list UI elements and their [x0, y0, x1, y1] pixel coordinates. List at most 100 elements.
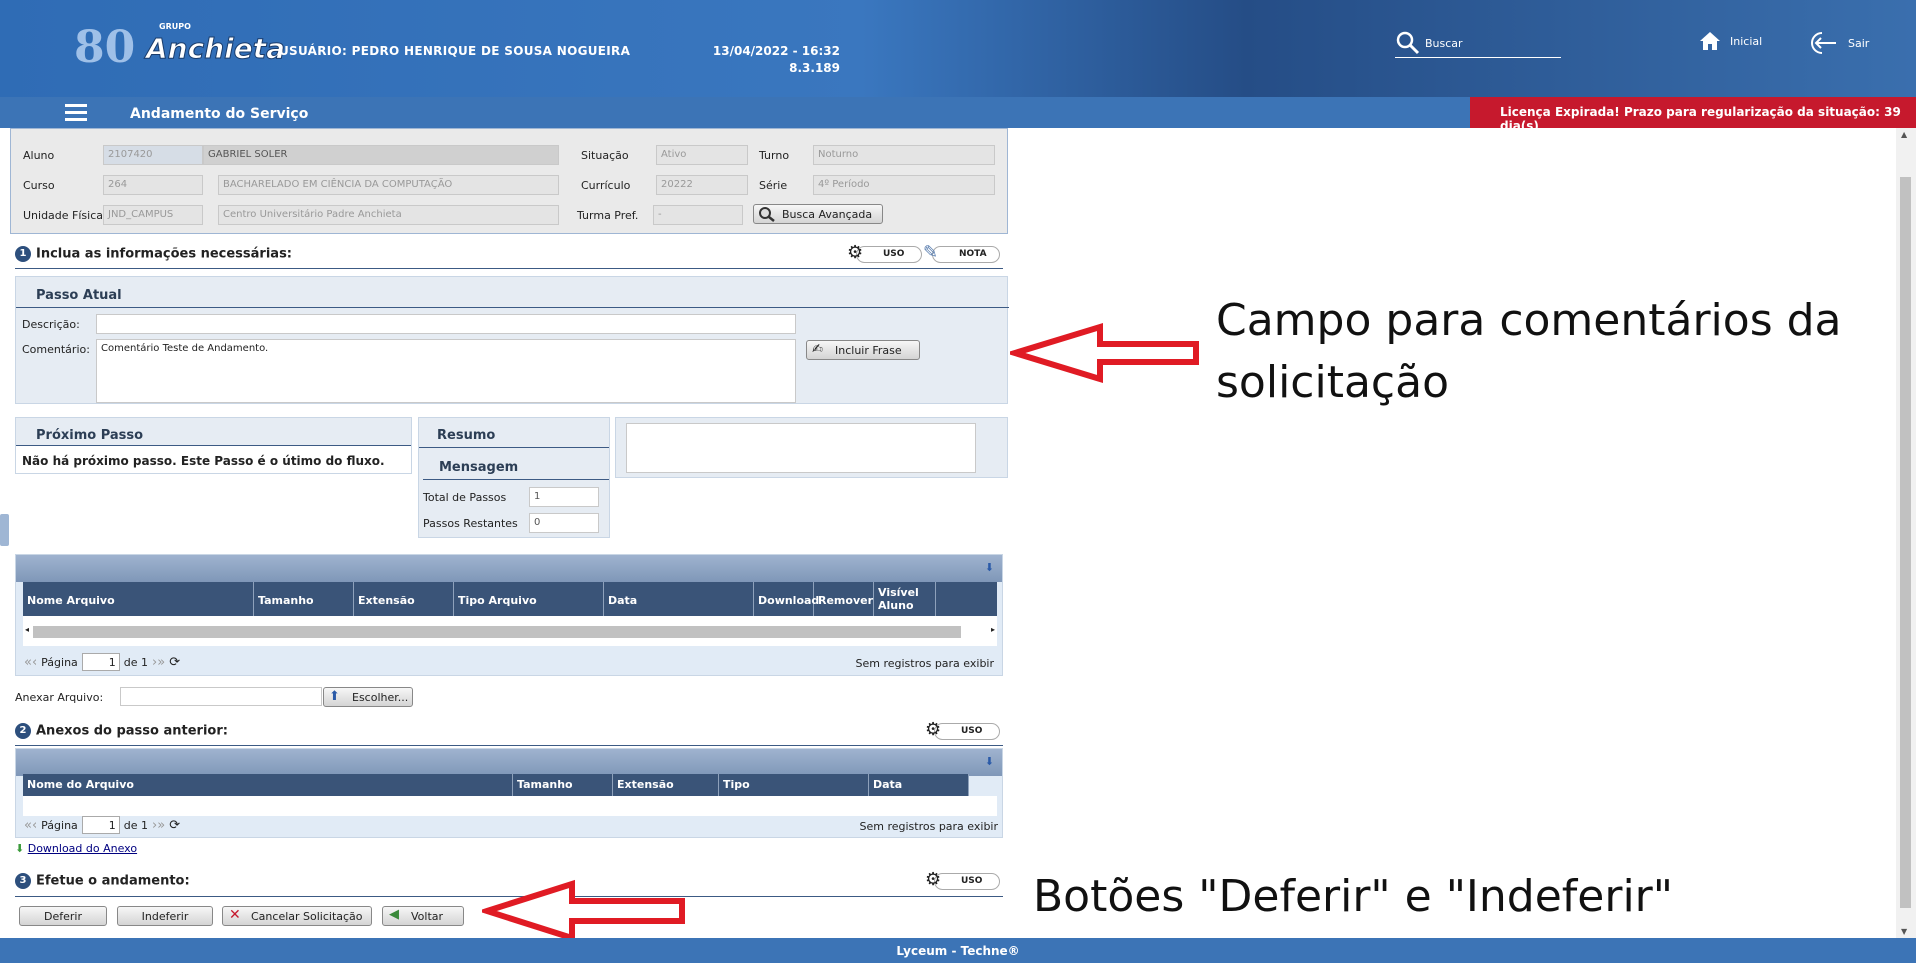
top-header: 80 GRUPO Anchieta USUÁRIO: PEDRO HENRIQU…: [0, 0, 1916, 97]
cancel-icon: ✕: [229, 907, 241, 923]
next-page-icon[interactable]: ›»: [152, 655, 165, 670]
col-tamanho[interactable]: Tamanho: [254, 582, 354, 616]
files-grid-columns: Nome Arquivo Tamanho Extensão Tipo Arqui…: [23, 582, 997, 616]
scroll-up-icon[interactable]: ▲: [1901, 130, 1907, 139]
col-extensao[interactable]: Extensão: [354, 582, 454, 616]
col-nome-do-arquivo[interactable]: Nome do Arquivo: [23, 774, 513, 796]
col-data[interactable]: Data: [604, 582, 754, 616]
proximo-passo-panel: Próximo Passo Não há próximo passo. Este…: [15, 417, 412, 474]
comentario-textarea[interactable]: Comentário Teste de Andamento.: [96, 339, 796, 403]
step3-header: 3 Efetue o andamento:: [15, 873, 190, 889]
resumo-title: Resumo: [437, 428, 496, 443]
vertical-scrollbar[interactable]: ▲ ▼: [1896, 128, 1916, 938]
col-extensao-2[interactable]: Extensão: [613, 774, 719, 796]
aluno-code-field[interactable]: 2107420: [103, 145, 203, 165]
cancelar-solicitacao-button[interactable]: ✕ Cancelar Solicitação: [222, 906, 372, 926]
anexar-label: Anexar Arquivo:: [15, 691, 104, 704]
col-tamanho-2[interactable]: Tamanho: [513, 774, 613, 796]
page-input[interactable]: 1: [81, 653, 120, 671]
expand-arrow-icon[interactable]: ⬇: [985, 561, 994, 574]
aluno-name-field[interactable]: GABRIEL SOLER: [203, 145, 559, 165]
nota-toggle[interactable]: ✎ NOTA: [923, 242, 1000, 263]
logout-label: Sair: [1848, 36, 1870, 50]
logo-80: 80: [74, 22, 136, 73]
col-tipo[interactable]: Tipo: [719, 774, 869, 796]
curso-name-field: BACHARELADO EM CIÊNCIA DA COMPUTAÇÃO: [218, 175, 559, 195]
side-panel-handle[interactable]: [0, 514, 9, 546]
voltar-button[interactable]: ◀ Voltar: [382, 906, 464, 926]
first-page-icon[interactable]: «‹: [24, 655, 37, 670]
escolher-button[interactable]: ⬆ Escolher...: [323, 687, 413, 707]
scroll-down-icon[interactable]: ▼: [1901, 927, 1907, 936]
passo-atual-divider: [16, 307, 1009, 308]
col-data-2[interactable]: Data: [869, 774, 969, 796]
user-label: USUÁRIO: PEDRO HENRIQUE DE SOUSA NOGUEIR…: [279, 44, 631, 58]
gear-icon: ⚙: [847, 242, 864, 263]
comment-annotation: Campo para comentários da solicitação: [1216, 295, 1842, 408]
search-field[interactable]: Buscar: [1395, 28, 1561, 58]
col-tipo-arquivo[interactable]: Tipo Arquivo: [454, 582, 604, 616]
scrollbar-thumb[interactable]: [1900, 177, 1911, 908]
gear-icon: ⚙: [925, 869, 942, 890]
scroll-right-icon[interactable]: ▸: [991, 625, 995, 634]
step2-title: Anexos do passo anterior:: [36, 723, 228, 739]
uso-toggle-2[interactable]: ⚙ USO: [925, 719, 1000, 740]
buttons-annotation: Botões "Deferir" e "Indeferir": [1033, 871, 1673, 922]
descricao-input[interactable]: [96, 314, 796, 334]
download-anexo-link[interactable]: ⬇ Download do Anexo: [15, 842, 137, 855]
home-link[interactable]: Inicial: [1698, 30, 1762, 52]
refresh-icon[interactable]: ⟳: [169, 655, 180, 670]
step1-title: Inclua as informações necessárias:: [36, 246, 293, 262]
first-page-icon[interactable]: «‹: [24, 818, 37, 833]
cancelar-label: Cancelar Solicitação: [251, 910, 363, 923]
uso-label-1: USO: [883, 249, 905, 259]
deferir-button[interactable]: Deferir: [19, 906, 107, 926]
logo-group: GRUPO: [159, 22, 191, 31]
turno-label: Turno: [759, 149, 790, 162]
note-icon: ✎: [923, 242, 939, 263]
resumo-panel: Resumo Mensagem Total de Passos 1 Passos…: [418, 417, 610, 538]
scroll-left-icon[interactable]: ◂: [25, 625, 29, 634]
download-anexo-label: Download do Anexo: [27, 842, 138, 855]
incluir-frase-button[interactable]: ✍ Incluir Frase: [806, 340, 920, 360]
search-input[interactable]: Buscar: [1425, 37, 1463, 50]
col-nome-arquivo[interactable]: Nome Arquivo: [23, 582, 254, 616]
next-page-icon[interactable]: ›»: [152, 818, 165, 833]
passo-atual-title: Passo Atual: [36, 288, 122, 303]
uso-toggle-1[interactable]: ⚙ USO: [847, 242, 922, 263]
expand-arrow-icon[interactable]: ⬇: [985, 755, 994, 768]
voltar-label: Voltar: [411, 910, 444, 923]
back-arrow-icon: ◀: [389, 907, 399, 922]
step1-header: 1 Inclua as informações necessárias:: [15, 246, 292, 262]
step1-number: 1: [15, 246, 31, 262]
escolher-label: Escolher...: [352, 691, 409, 704]
col-download[interactable]: Download: [754, 582, 819, 616]
title-bar: Andamento do Serviço Licença Expirada! P…: [0, 97, 1916, 133]
logo[interactable]: 80 GRUPO Anchieta: [74, 22, 286, 74]
mensagem-box-panel: [615, 417, 1008, 478]
step1-divider: [15, 268, 1003, 269]
col-remover[interactable]: Remover: [814, 582, 874, 616]
anexar-input[interactable]: [120, 687, 322, 706]
step2-divider: [15, 745, 1003, 746]
page-input-2[interactable]: 1: [81, 816, 120, 834]
uso-toggle-3[interactable]: ⚙ USO: [925, 869, 1000, 890]
datetime-version: 13/04/2022 - 16:32 8.3.189: [690, 43, 840, 77]
logout-link[interactable]: Sair: [1810, 30, 1869, 56]
indeferir-button[interactable]: Indeferir: [117, 906, 213, 926]
upload-icon: ⬆: [329, 689, 340, 704]
files-empty: Sem registros para exibir: [855, 657, 994, 670]
hamburger-menu-icon[interactable]: [65, 104, 87, 121]
col-visivel-aluno[interactable]: Visível Aluno: [874, 582, 936, 616]
busca-avancada-label: Busca Avançada: [782, 208, 873, 221]
uso-label-2: USO: [961, 726, 983, 736]
footer: Lyceum - Techne®: [0, 938, 1916, 963]
step2-header: 2 Anexos do passo anterior:: [15, 723, 228, 739]
download-icon: ⬇: [15, 842, 25, 855]
refresh-icon[interactable]: ⟳: [169, 818, 180, 833]
busca-avancada-button[interactable]: Busca Avançada: [753, 204, 883, 224]
serie-label: Série: [759, 179, 788, 192]
horizontal-scrollbar[interactable]: [33, 626, 961, 638]
anexos-grid: ⬇ Nome do Arquivo Tamanho Extensão Tipo …: [15, 748, 1003, 838]
files-grid-body: ◂ ▸: [23, 616, 997, 646]
